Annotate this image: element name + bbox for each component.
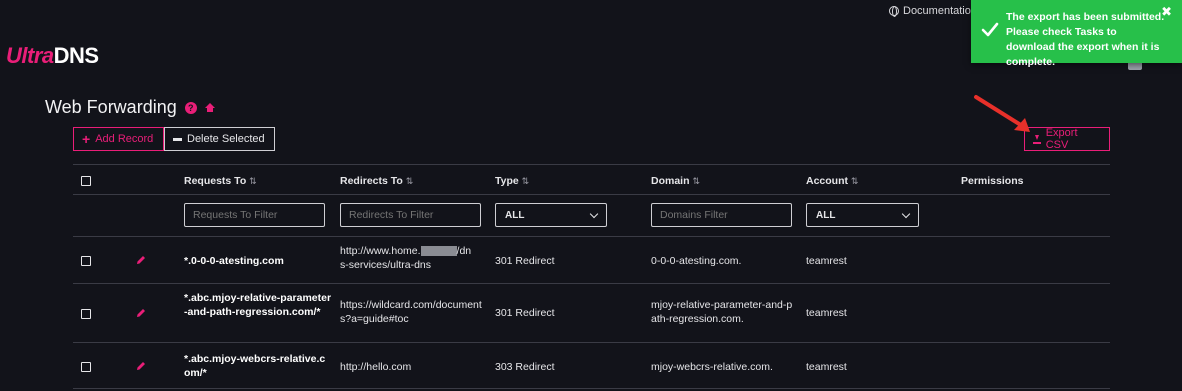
row-domain: mjoy-webcrs-relative.com.	[651, 361, 773, 373]
domain-header-label: Domain	[651, 175, 690, 187]
filter-divider	[73, 236, 1110, 237]
globe-icon	[889, 6, 899, 17]
annotation-arrow-icon	[974, 95, 1030, 132]
type-header-label: Type	[495, 175, 519, 187]
documentation-label: Documentation	[903, 5, 977, 17]
table-top-border	[73, 164, 1110, 165]
column-header-redirects-to[interactable]: Redirects To ⇅	[340, 175, 413, 187]
export-toast: The export has been submitted. Please ch…	[971, 0, 1182, 68]
plus-icon: +	[82, 131, 91, 147]
account-filter-select[interactable]: ALL	[806, 203, 919, 227]
row-checkbox[interactable]	[81, 309, 91, 319]
chevron-down-icon	[901, 209, 911, 218]
redirects-to-header-label: Redirects To	[340, 175, 403, 187]
minus-icon	[173, 137, 182, 141]
logo-dns: DNS	[53, 43, 99, 68]
type-filter-select[interactable]: ALL	[495, 203, 607, 227]
header-divider	[73, 194, 1110, 195]
delete-selected-button[interactable]: Delete Selected	[164, 127, 275, 151]
sort-icon: ⇅	[521, 176, 530, 186]
column-header-account[interactable]: Account ⇅	[806, 175, 858, 187]
row-account: teamrest	[806, 255, 847, 267]
row-domain: 0-0-0-atesting.com.	[651, 255, 742, 267]
edit-pencil-icon[interactable]	[135, 254, 147, 266]
requests-to-filter-input[interactable]	[184, 203, 325, 227]
row-requests-to[interactable]: *.abc.mjoy-webcrs-relative.com/*	[184, 352, 330, 380]
page-title-row: Web Forwarding ?	[45, 97, 215, 118]
row-domain: mjoy-relative-parameter-and-path-regress…	[651, 299, 793, 325]
row-divider	[73, 283, 1110, 284]
select-all-checkbox[interactable]	[81, 176, 91, 186]
row-type: 301 Redirect	[495, 307, 555, 319]
row-requests-to[interactable]: *.0-0-0-atesting.com	[184, 254, 329, 268]
checkmark-icon	[981, 22, 999, 37]
redacted-block	[420, 246, 457, 257]
documentation-link[interactable]: Documentation	[889, 5, 977, 17]
add-record-button[interactable]: + Add Record	[73, 127, 164, 151]
account-header-label: Account	[806, 175, 848, 187]
toast-close-icon[interactable]: ✖	[1161, 4, 1172, 19]
domains-filter-input[interactable]	[651, 203, 792, 227]
page-title: Web Forwarding	[45, 97, 177, 117]
row-account: teamrest	[806, 361, 847, 373]
column-header-type[interactable]: Type ⇅	[495, 175, 529, 187]
sort-icon: ⇅	[249, 176, 257, 186]
ultradns-logo[interactable]: UltraDNS	[6, 43, 99, 69]
redirects-to-filter-input[interactable]	[340, 203, 481, 227]
redirects-to-part: s-services/ultra-dns	[340, 259, 432, 271]
row-redirects-to: http://www.home. /dn s-services/ultra-dns	[340, 244, 488, 272]
column-header-domain[interactable]: Domain ⇅	[651, 175, 700, 187]
row-requests-to[interactable]: *.abc.mjoy-relative-parameter-and-path-r…	[184, 291, 332, 319]
row-type: 301 Redirect	[495, 255, 555, 267]
help-icon[interactable]: ?	[184, 101, 197, 114]
type-filter-value: ALL	[505, 209, 525, 221]
row-type: 303 Redirect	[495, 361, 555, 373]
column-header-requests-to[interactable]: Requests To ⇅	[184, 175, 257, 187]
row-checkbox[interactable]	[81, 362, 91, 372]
row-divider	[73, 342, 1110, 343]
redirects-to-part: /dn	[456, 245, 472, 257]
account-filter-value: ALL	[816, 209, 836, 221]
sort-icon: ⇅	[850, 176, 859, 186]
edit-pencil-icon[interactable]	[135, 360, 147, 372]
column-header-permissions: Permissions	[961, 175, 1024, 187]
row-redirects-to: https://wildcard.com/documents?a=guide#t…	[340, 299, 482, 325]
logo-ultra: Ultra	[6, 43, 54, 68]
row-divider	[73, 388, 1110, 389]
export-csv-label: Export CSV	[1045, 127, 1078, 151]
row-account: teamrest	[806, 307, 847, 319]
home-icon[interactable]	[204, 102, 215, 113]
download-icon	[1033, 134, 1041, 144]
redirects-to-part: http://www.home.	[340, 245, 421, 257]
delete-selected-label: Delete Selected	[187, 133, 265, 145]
sort-icon: ⇅	[405, 176, 414, 186]
add-record-label: Add Record	[95, 133, 154, 145]
toast-message: The export has been submitted. Please ch…	[1006, 11, 1165, 68]
row-checkbox[interactable]	[81, 256, 91, 266]
requests-to-header-label: Requests To	[184, 175, 247, 187]
chevron-down-icon	[589, 209, 599, 218]
sort-icon: ⇅	[692, 176, 700, 186]
edit-pencil-icon[interactable]	[135, 307, 147, 319]
row-redirects-to: http://hello.com	[340, 361, 412, 373]
